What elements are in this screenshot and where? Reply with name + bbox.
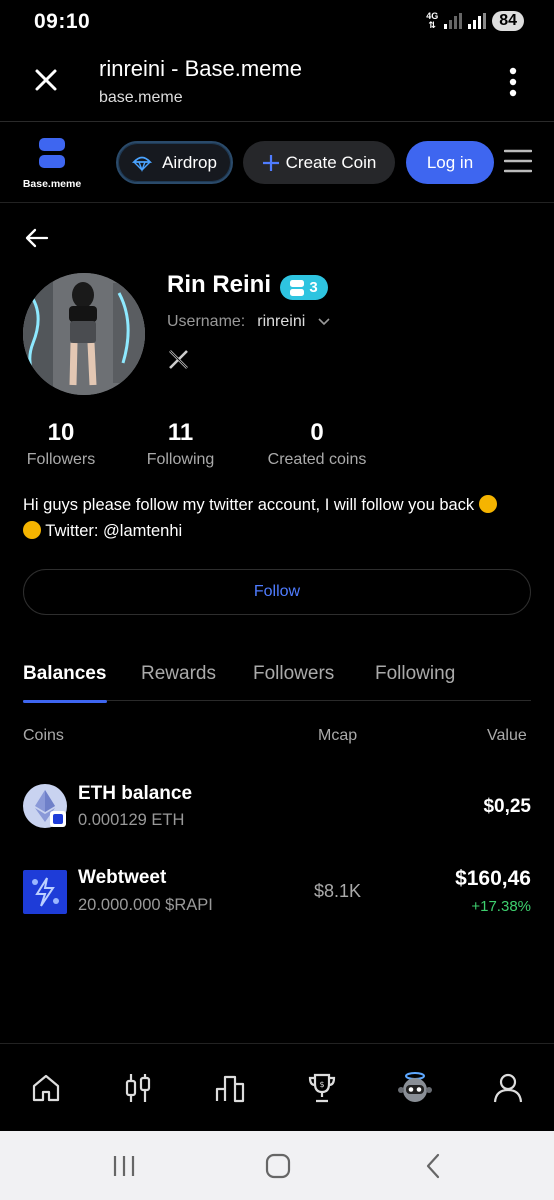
created-coins-stat[interactable]: 0 Created coins [262,419,372,469]
followers-count: 10 [47,419,75,446]
base-meme-logo-icon [39,138,65,168]
tab-rewards[interactable]: Rewards [141,663,216,685]
chevron-down-icon [318,318,330,326]
username-row[interactable]: Username: rinreini [167,313,331,331]
logo[interactable]: Base.meme [22,138,82,190]
coin-change: +17.38% [471,898,531,915]
coin-amount: 0.000129 ETH [78,811,185,829]
following-label: Following [146,451,215,468]
airdrop-button[interactable]: Airdrop [116,141,233,184]
active-tab-indicator [23,700,107,703]
followers-label: Followers [26,451,96,468]
bio: Hi guys please follow my twitter account… [23,492,535,544]
webtweet-token-icon [23,870,67,914]
network-indicator: 4G ⇅ [426,11,439,30]
leaderboard-icon[interactable] [214,1072,246,1104]
smiling-face-with-hearts-icon [478,495,497,513]
create-coin-label: Create Coin [285,152,377,172]
create-coin-button[interactable]: Create Coin [243,141,395,184]
tab-followers[interactable]: Followers [253,663,334,685]
bottom-nav: $ [0,1043,554,1131]
level-badge: 3 [280,275,328,300]
coin-mcap: $8.1K [314,881,362,901]
follow-button[interactable]: Follow [23,569,531,615]
trophy-icon[interactable]: $ [306,1072,338,1104]
plus-icon [262,154,279,171]
page-url: base.meme [99,89,183,106]
system-nav-bar [0,1131,554,1200]
browser-bar: rinreini - Base.meme base.meme [0,44,554,122]
profile-icon[interactable] [492,1072,524,1104]
smiling-face-with-hearts-icon-2 [23,521,41,539]
login-button[interactable]: Log in [406,141,494,184]
home-icon[interactable] [30,1072,62,1104]
bio-line-2: Twitter: @lamtenhi [45,522,183,540]
created-coins-count: 0 [310,419,324,446]
back-button-icon[interactable] [420,1152,448,1180]
signal-icon-2 [468,13,487,29]
ai-robot-icon[interactable] [397,1070,433,1104]
mcap-column-header: Mcap [318,727,358,744]
signal-icon [444,13,463,29]
candlestick-chart-icon[interactable] [122,1072,154,1104]
username-label: Username: [167,313,246,330]
status-bar: 09:10 4G ⇅ 84 [0,0,554,44]
x-twitter-icon[interactable] [168,349,189,370]
airdrop-label: Airdrop [162,152,217,172]
profile-tabs: Balances Rewards Followers Following [0,655,554,705]
avatar [23,273,145,395]
coins-column-header: Coins [23,727,64,744]
created-coins-label: Created coins [267,451,367,468]
status-icons: 4G ⇅ 84 [426,11,524,31]
coin-name: ETH balance [78,783,193,804]
bio-line-1: Hi guys please follow my twitter account… [23,496,475,514]
recent-apps-icon[interactable] [110,1152,138,1180]
page-title: rinreini - Base.meme [99,56,302,81]
coin-amount: 20.000.000 $RAPI [78,896,213,914]
parachute-icon [132,156,153,172]
ethereum-icon [23,784,67,828]
tab-balances[interactable]: Balances [23,663,106,685]
value-column-header: Value [487,727,527,744]
avatar-photo-icon [23,273,145,395]
tab-following[interactable]: Following [375,663,455,685]
base-badge-icon [290,279,305,296]
coin-value: $160,46 [455,867,531,890]
network-type: 4G [426,11,439,21]
close-icon[interactable] [30,64,62,96]
level-number: 3 [309,279,318,296]
following-stat[interactable]: 11 Following [142,419,219,469]
home-button-icon[interactable] [264,1152,292,1180]
more-options-icon[interactable] [508,66,518,98]
coin-name: Webtweet [78,867,167,888]
app-header: Base.meme Airdrop Create Coin Log in [0,122,554,203]
logo-text: Base.meme [22,178,82,190]
hamburger-menu-icon[interactable] [504,148,532,174]
battery-indicator: 84 [492,11,524,31]
username-value: rinreini [257,313,306,330]
svg-text:$: $ [319,1080,324,1089]
followers-stat[interactable]: 10 Followers [23,419,99,469]
coin-value: $0,25 [483,796,531,817]
following-count: 11 [167,419,194,446]
back-arrow-icon[interactable] [25,228,49,248]
status-time: 09:10 [34,10,91,33]
display-name: Rin Reini [167,271,272,298]
